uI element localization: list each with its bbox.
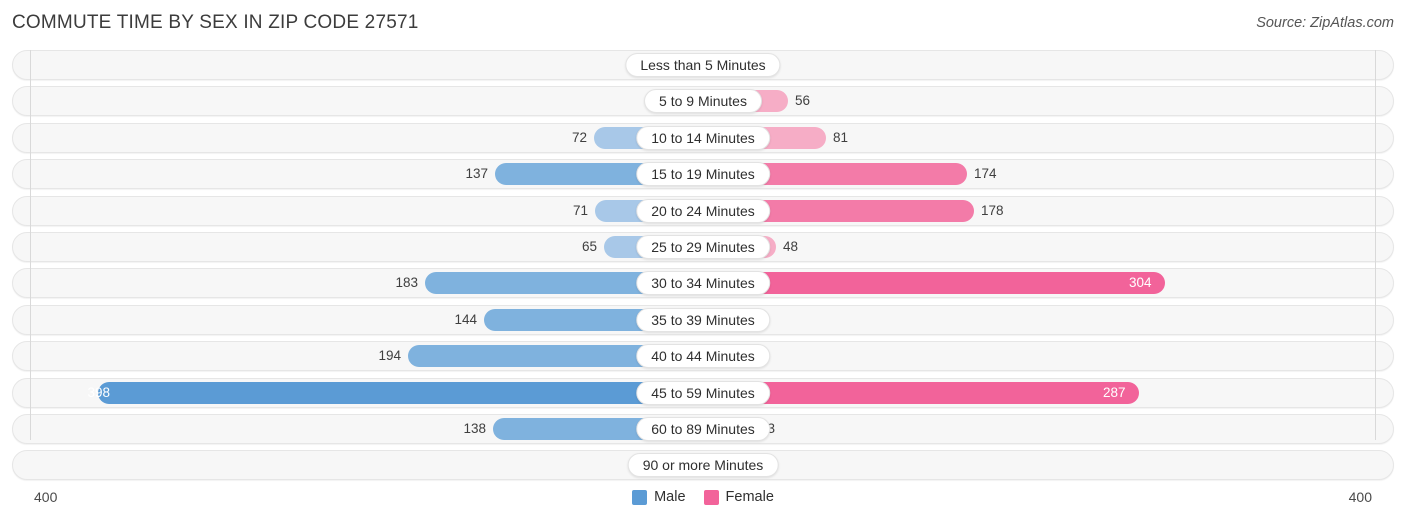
table-row: 398 287 45 to 59 Minutes xyxy=(0,377,1406,408)
legend-swatch-male-icon xyxy=(632,489,648,505)
table-row: 1942940 to 44 Minutes xyxy=(0,341,1406,372)
page-title: COMMUTE TIME BY SEX IN ZIP CODE 27571 xyxy=(12,12,419,33)
table-row: 1442835 to 39 Minutes xyxy=(0,304,1406,335)
source-attribution: Source: ZipAtlas.com xyxy=(1256,15,1394,31)
commute-time-chart: COMMUTE TIME BY SEX IN ZIP CODE 27571 So… xyxy=(0,0,1406,523)
table-row: 65 48 25 to 29 Minutes xyxy=(0,231,1406,262)
table-row: 0565 to 9 Minutes xyxy=(0,86,1406,117)
bar-value-female: 56 xyxy=(795,93,811,109)
table-row: 72 81 10 to 14 Minutes xyxy=(0,122,1406,153)
table-row: 71 178 20 to 24 Minutes xyxy=(0,195,1406,226)
table-row: 01690 or more Minutes xyxy=(0,450,1406,481)
table-row: 1623Less than 5 Minutes xyxy=(0,50,1406,80)
category-label: Less than 5 Minutes xyxy=(625,53,781,77)
category-label: 40 to 44 Minutes xyxy=(636,344,770,369)
chart-footer: 400 400 Male Female xyxy=(0,487,1406,523)
axis-line-right xyxy=(1375,50,1376,440)
bar-female[interactable] xyxy=(703,272,1165,295)
bar-male[interactable] xyxy=(98,381,703,404)
bar-rows: 1623Less than 5 Minutes0565 to 9 Minutes… xyxy=(0,50,1406,487)
category-label: 20 to 24 Minutes xyxy=(636,198,770,223)
bar-value-male: 65 xyxy=(581,238,597,254)
category-label: 30 to 34 Minutes xyxy=(636,271,770,296)
category-label: 60 to 89 Minutes xyxy=(636,416,770,441)
chart-header: COMMUTE TIME BY SEX IN ZIP CODE 27571 So… xyxy=(0,10,1406,42)
bar-value-female: 174 xyxy=(974,166,997,182)
category-label: 5 to 9 Minutes xyxy=(644,89,762,114)
legend: Male Female xyxy=(0,489,1406,505)
category-label: 15 to 19 Minutes xyxy=(636,162,770,187)
bar-value-male: 183 xyxy=(395,275,418,291)
plot-area: 1623Less than 5 Minutes0565 to 9 Minutes… xyxy=(0,50,1406,487)
bar-value-male: 71 xyxy=(572,202,588,218)
axis-line-left xyxy=(30,50,31,440)
table-row: 1383360 to 89 Minutes xyxy=(0,413,1406,444)
bar-value-female: 287 xyxy=(1103,384,1126,400)
bar-value-male: 72 xyxy=(571,129,587,145)
bar-value-male: 138 xyxy=(463,420,486,436)
bar-value-male: 194 xyxy=(378,348,401,364)
bar-value-female: 304 xyxy=(1129,275,1152,291)
bar-value-female: 48 xyxy=(783,238,799,254)
legend-label-male: Male xyxy=(654,489,686,505)
bar-value-male: 398 xyxy=(87,384,110,400)
table-row: 183 304 30 to 34 Minutes xyxy=(0,268,1406,299)
bar-value-female: 81 xyxy=(833,129,849,145)
category-label: 90 or more Minutes xyxy=(627,453,779,478)
legend-item-male[interactable]: Male xyxy=(632,489,686,505)
category-label: 45 to 59 Minutes xyxy=(636,380,770,405)
category-label: 10 to 14 Minutes xyxy=(636,125,770,150)
category-label: 35 to 39 Minutes xyxy=(636,307,770,332)
bar-value-male: 137 xyxy=(465,166,488,182)
legend-label-female: Female xyxy=(725,489,774,505)
legend-item-female[interactable]: Female xyxy=(703,489,774,505)
bar-value-female: 178 xyxy=(981,202,1004,218)
legend-swatch-female-icon xyxy=(703,489,719,505)
category-label: 25 to 29 Minutes xyxy=(636,234,770,259)
bar-value-male: 144 xyxy=(454,311,477,327)
table-row: 137 174 15 to 19 Minutes xyxy=(0,159,1406,190)
